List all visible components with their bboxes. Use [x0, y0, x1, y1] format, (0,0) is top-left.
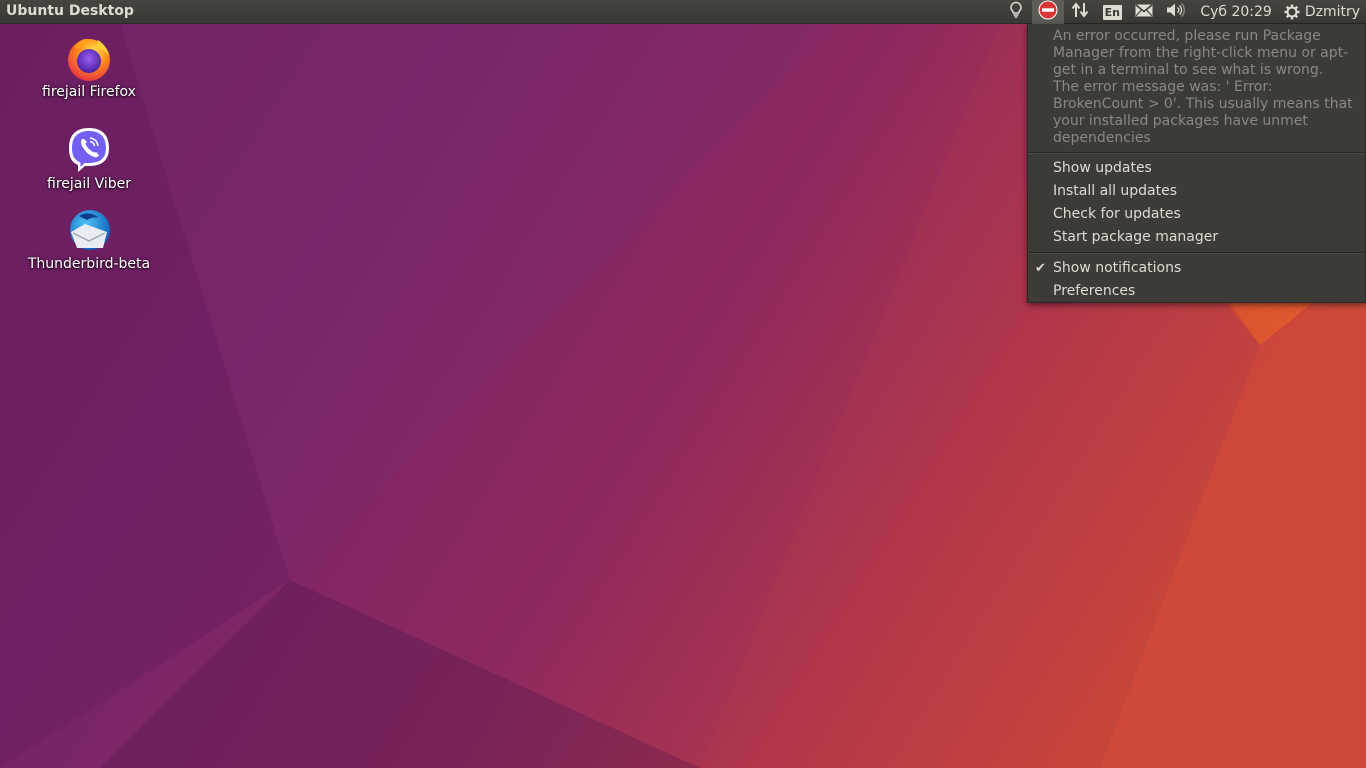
network-arrows-icon: [1071, 2, 1089, 22]
clock-text: Суб 20:29: [1200, 4, 1272, 20]
show-updates-item[interactable]: Show updates: [1028, 157, 1365, 180]
menu-item-label: Check for updates: [1053, 206, 1181, 222]
no-entry-icon: [1038, 0, 1058, 24]
start-package-manager-item[interactable]: Start package manager: [1028, 226, 1365, 249]
volume-icon: [1166, 2, 1186, 22]
thunderbird-icon: [65, 206, 113, 254]
check-for-updates-item[interactable]: Check for updates: [1028, 203, 1365, 226]
network-indicator[interactable]: [1064, 0, 1096, 24]
user-name: Dzmitry: [1304, 4, 1360, 20]
menu-item-label: Install all updates: [1053, 183, 1178, 199]
show-notifications-item[interactable]: ✔ Show notifications: [1028, 257, 1365, 280]
session-indicator[interactable]: Dzmitry: [1280, 0, 1366, 24]
keyboard-language-icon: En: [1102, 4, 1122, 20]
firefox-icon: [65, 34, 113, 82]
viber-icon: [65, 126, 113, 174]
desktop-icon-label: firejail Firefox: [42, 84, 136, 100]
lightbulb-indicator[interactable]: [1000, 0, 1032, 24]
window-title: Ubuntu Desktop: [6, 3, 134, 19]
menu-separator: [1029, 252, 1364, 254]
install-all-updates-item[interactable]: Install all updates: [1028, 180, 1365, 203]
checkmark-icon: ✔: [1035, 261, 1046, 276]
indicator-area: En Суб 20:29 Dzmitry: [1000, 0, 1366, 24]
lightbulb-icon: [1009, 1, 1023, 23]
mail-icon: [1135, 3, 1153, 21]
preferences-item[interactable]: Preferences: [1028, 280, 1365, 303]
desktop-icon-label: firejail Viber: [47, 176, 131, 192]
desktop-icon-firefox[interactable]: firejail Firefox: [24, 34, 154, 100]
menu-separator: [1029, 152, 1364, 154]
menu-item-label: Show updates: [1053, 160, 1152, 176]
sound-indicator[interactable]: [1160, 0, 1192, 24]
top-panel: Ubuntu Desktop En Суб 20:29 Dzmitry: [0, 0, 1366, 24]
update-indicator-menu: An error occurred, please run Package Ma…: [1027, 24, 1366, 303]
desktop-icon-viber[interactable]: firejail Viber: [24, 126, 154, 192]
messaging-indicator[interactable]: [1128, 0, 1160, 24]
menu-item-label: Preferences: [1053, 283, 1136, 299]
error-message: An error occurred, please run Package Ma…: [1053, 28, 1353, 146]
update-error-indicator[interactable]: [1032, 0, 1065, 24]
gear-icon: [1284, 4, 1300, 20]
clock-indicator[interactable]: Суб 20:29: [1192, 0, 1280, 24]
desktop-icon-label: Thunderbird-beta: [27, 256, 151, 272]
desktop-icon-thunderbird[interactable]: Thunderbird-beta: [24, 206, 154, 272]
keyboard-language-indicator[interactable]: En: [1096, 0, 1128, 24]
menu-item-label: Show notifications: [1053, 260, 1182, 276]
menu-item-label: Start package manager: [1053, 229, 1219, 245]
